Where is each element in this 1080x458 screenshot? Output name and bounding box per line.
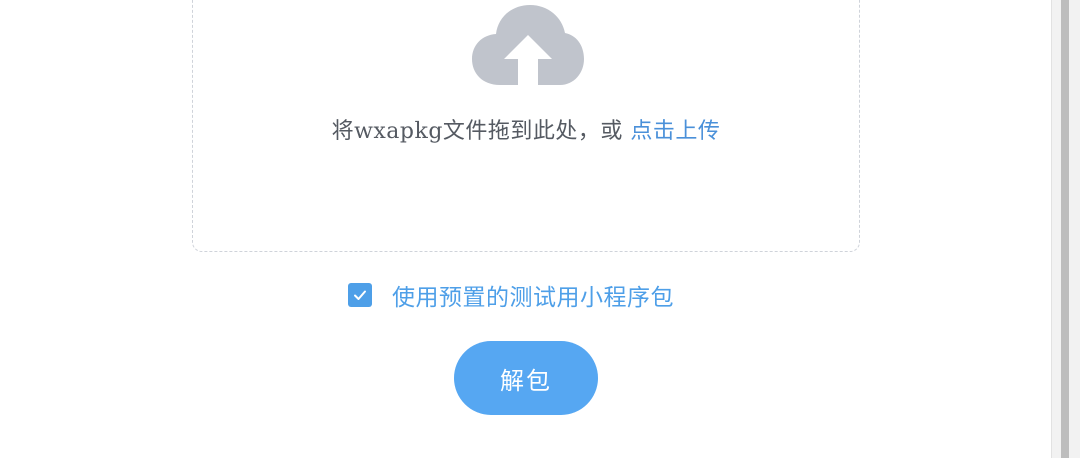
checkmark-icon [354,290,366,300]
use-preset-label: 使用预置的测试用小程序包 [392,285,674,311]
scrollbar[interactable] [1051,0,1080,458]
use-preset-checkbox[interactable] [348,283,372,307]
upload-dropzone[interactable]: 将wxapkg文件拖到此处，或 点击上传 [192,0,860,252]
upload-prompt-text: 将wxapkg文件拖到此处，或 [331,119,631,144]
click-upload-link[interactable]: 点击上传 [630,119,720,144]
page: 将wxapkg文件拖到此处，或 点击上传 使用预置的测试用小程序包 解包 [0,0,1080,458]
unpack-button[interactable]: 解包 [454,341,598,415]
cloud-upload-icon [472,5,584,85]
scrollbar-thumb[interactable] [1061,0,1069,458]
use-preset-option[interactable]: 使用预置的测试用小程序包 [348,280,674,311]
upload-prompt: 将wxapkg文件拖到此处，或 点击上传 [193,113,859,145]
